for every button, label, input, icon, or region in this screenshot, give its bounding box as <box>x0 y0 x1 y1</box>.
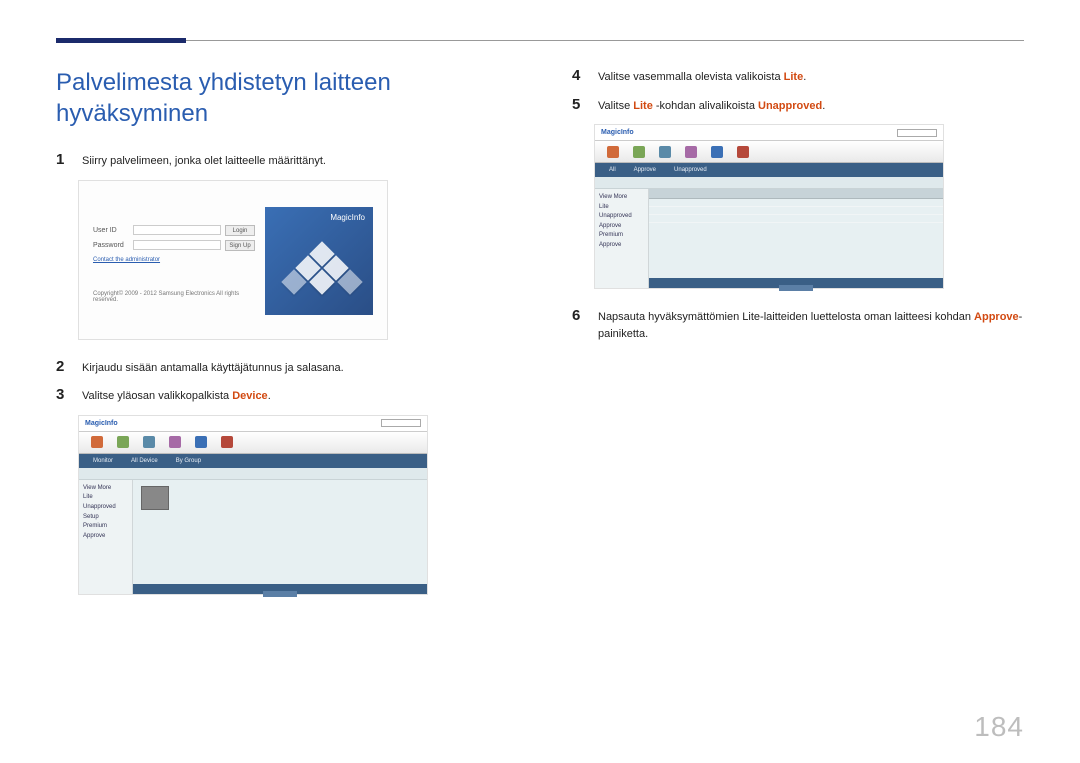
app-subbar <box>79 468 427 480</box>
sidebar-item[interactable]: Lite <box>83 493 128 503</box>
input-password[interactable] <box>133 240 221 250</box>
list-item[interactable] <box>649 215 943 223</box>
sidebar-item[interactable]: Approve <box>599 241 644 251</box>
step-num: 1 <box>56 151 70 168</box>
step-num: 5 <box>572 96 586 113</box>
sidebar-item[interactable]: Setup <box>83 513 128 523</box>
page-title: Palvelimesta yhdistetyn laitteen hyväksy… <box>56 67 508 129</box>
step-text: Valitse yläosan valikkopalkista Device. <box>82 388 508 405</box>
app-nav <box>79 432 427 454</box>
highlight-lite: Lite <box>633 100 653 112</box>
nav-icon[interactable] <box>711 146 723 158</box>
tab[interactable]: Unapproved <box>668 165 713 175</box>
nav-icon[interactable] <box>117 436 129 448</box>
sidebar-item[interactable]: View More <box>83 484 128 494</box>
tab[interactable]: Approve <box>628 165 662 175</box>
step-text: Siirry palvelimeen, jonka olet laitteell… <box>82 153 508 170</box>
search-input[interactable] <box>897 129 937 137</box>
sidebar-item[interactable]: Approve <box>83 532 128 542</box>
nav-icon[interactable] <box>143 436 155 448</box>
app-footer <box>133 584 427 594</box>
highlight-approve: Approve <box>974 311 1019 323</box>
signup-button[interactable]: Sign Up <box>225 240 255 251</box>
login-button[interactable]: Login <box>225 225 255 236</box>
nav-icon[interactable] <box>685 146 697 158</box>
nav-icon[interactable] <box>633 146 645 158</box>
sidebar-item[interactable]: Premium <box>599 231 644 241</box>
list-item[interactable] <box>649 199 943 207</box>
tab[interactable]: Monitor <box>87 456 119 466</box>
label-userid: User ID <box>93 227 129 234</box>
app-subbar <box>595 177 943 189</box>
input-userid[interactable] <box>133 225 221 235</box>
login-hero: MagicInfo <box>265 207 373 315</box>
step-6: 6 Napsauta hyväksymättömien Lite-laittei… <box>572 307 1024 342</box>
nav-icon[interactable] <box>169 436 181 448</box>
sidebar-item[interactable]: Premium <box>83 522 128 532</box>
tab[interactable]: All <box>603 165 622 175</box>
sidebar-item[interactable]: View More <box>599 193 644 203</box>
app-brand: MagicInfo <box>601 129 634 136</box>
nav-icon[interactable] <box>221 436 233 448</box>
app-main <box>133 480 427 594</box>
device-thumb[interactable] <box>141 486 169 510</box>
app-tabs: All Approve Unapproved <box>595 163 943 177</box>
nav-icon[interactable] <box>607 146 619 158</box>
step-2: 2 Kirjaudu sisään antamalla käyttäjätunn… <box>56 358 508 377</box>
sidebar-item[interactable]: Unapproved <box>599 212 644 222</box>
list-item[interactable] <box>649 207 943 215</box>
step-text: Kirjaudu sisään antamalla käyttäjätunnus… <box>82 360 508 377</box>
header-rule <box>56 40 1024 41</box>
sidebar-item[interactable]: Lite <box>599 203 644 213</box>
nav-icon[interactable] <box>659 146 671 158</box>
app-brand: MagicInfo <box>85 420 118 427</box>
copyright-text: Copyright© 2009 - 2012 Samsung Electroni… <box>93 291 255 303</box>
step-5: 5 Valitse Lite -kohdan alivalikoista Una… <box>572 96 1024 115</box>
app-sidebar: View More Lite Unapproved Setup Premium … <box>79 480 133 594</box>
brand-label: MagicInfo <box>330 213 365 222</box>
app-nav <box>595 141 943 163</box>
step-num: 6 <box>572 307 586 324</box>
screenshot-device-list: MagicInfo Monitor All Device By Group <box>78 415 428 595</box>
tab[interactable]: All Device <box>125 456 164 466</box>
step-num: 4 <box>572 67 586 84</box>
sidebar-item[interactable]: Approve <box>599 222 644 232</box>
screenshot-login: User ID Login Password Sign Up Contact t… <box>78 180 388 340</box>
step-text: Napsauta hyväksymättömien Lite-laitteide… <box>598 309 1024 342</box>
page-number: 184 <box>974 711 1024 743</box>
app-main <box>649 189 943 288</box>
app-sidebar: View More Lite Unapproved Approve Premiu… <box>595 189 649 288</box>
step-num: 3 <box>56 386 70 403</box>
highlight-device: Device <box>232 390 267 402</box>
list-header <box>649 189 943 199</box>
screenshot-unapproved-list: MagicInfo All Approve Unapproved <box>594 124 944 289</box>
search-input[interactable] <box>381 419 421 427</box>
contact-admin-link[interactable]: Contact the administrator <box>93 257 255 263</box>
step-text: Valitse Lite -kohdan alivalikoista Unapp… <box>598 98 1024 115</box>
highlight-unapproved: Unapproved <box>758 100 822 112</box>
step-text: Valitse vasemmalla olevista valikoista L… <box>598 69 1024 86</box>
step-3: 3 Valitse yläosan valikkopalkista Device… <box>56 386 508 405</box>
nav-icon[interactable] <box>195 436 207 448</box>
step-num: 2 <box>56 358 70 375</box>
nav-icon[interactable] <box>737 146 749 158</box>
nav-icon[interactable] <box>91 436 103 448</box>
tab[interactable]: By Group <box>170 456 207 466</box>
step-1: 1 Siirry palvelimeen, jonka olet laittee… <box>56 151 508 170</box>
highlight-lite: Lite <box>784 71 804 83</box>
app-footer <box>649 278 943 288</box>
label-password: Password <box>93 242 129 249</box>
step-4: 4 Valitse vasemmalla olevista valikoista… <box>572 67 1024 86</box>
sidebar-item[interactable]: Unapproved <box>83 503 128 513</box>
app-tabs: Monitor All Device By Group <box>79 454 427 468</box>
